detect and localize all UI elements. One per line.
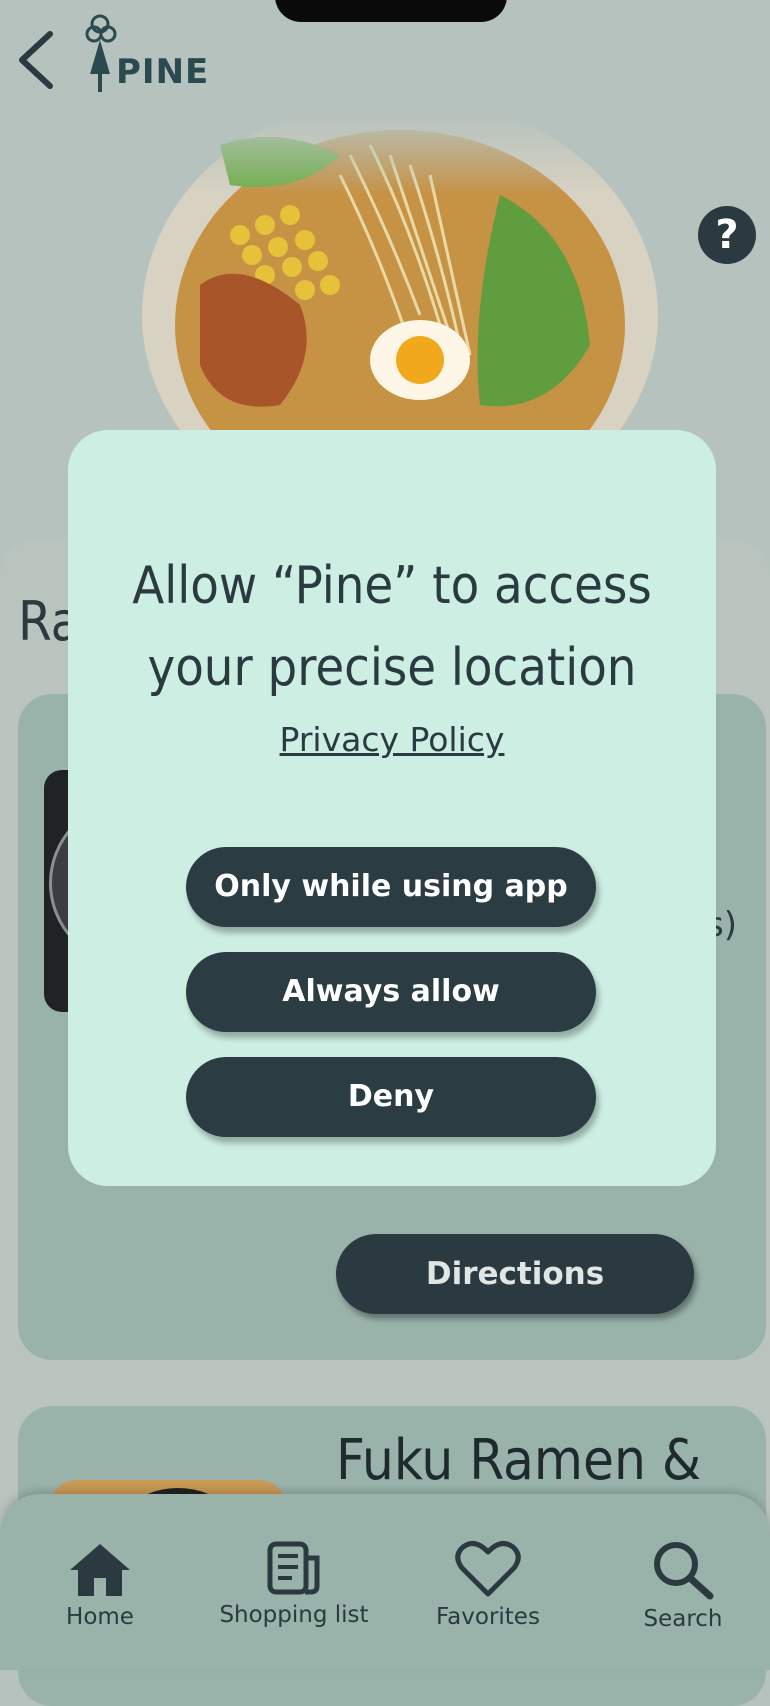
restaurant-title-2: Fuku Ramen & [336, 1428, 702, 1493]
deny-button[interactable]: Deny [186, 1057, 596, 1137]
tab-home[interactable]: Home [15, 1540, 185, 1650]
tab-shopping-list[interactable]: Shopping list [209, 1540, 379, 1650]
device-notch [275, 0, 507, 22]
hero-image [120, 115, 680, 435]
tab-search-label: Search [643, 1606, 723, 1632]
app-logo: PINE [84, 14, 234, 94]
home-icon [70, 1544, 130, 1596]
dialog-title: Allow “Pine” to access your precise loca… [68, 545, 716, 709]
directions-button[interactable]: Directions [336, 1234, 694, 1314]
tab-favorites-label: Favorites [436, 1604, 540, 1630]
always-allow-button[interactable]: Always allow [186, 952, 596, 1032]
tab-shopping-list-label: Shopping list [219, 1602, 369, 1628]
search-icon [654, 1542, 714, 1600]
dialog-title-line-2: your precise location [147, 638, 637, 698]
list-icon [267, 1541, 320, 1595]
logo-text: PINE [116, 52, 210, 92]
heart-icon [455, 1540, 521, 1597]
location-permission-dialog: Allow “Pine” to access your precise loca… [68, 430, 716, 1186]
dialog-title-line-1: Allow “Pine” to access [132, 556, 652, 616]
back-button[interactable] [14, 28, 62, 92]
only-while-using-button[interactable]: Only while using app [186, 847, 596, 927]
tab-favorites[interactable]: Favorites [403, 1540, 573, 1650]
tab-search[interactable]: Search [598, 1540, 768, 1650]
privacy-policy-link[interactable]: Privacy Policy [68, 720, 716, 759]
chevron-left-icon [19, 31, 53, 89]
help-button[interactable]: ? [698, 206, 756, 264]
tab-home-label: Home [66, 1604, 134, 1630]
